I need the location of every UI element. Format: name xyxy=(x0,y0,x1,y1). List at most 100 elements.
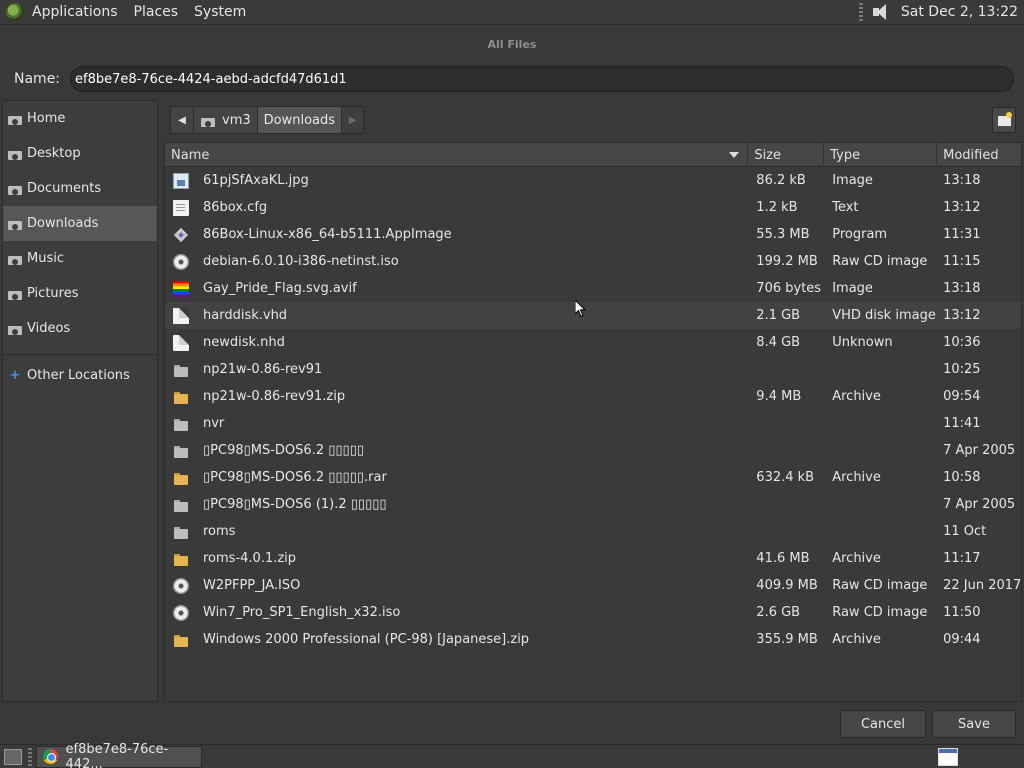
sidebar-item-desktop[interactable]: Desktop xyxy=(3,136,157,171)
bottom-panel: ef8be7e8-76ce-442... xyxy=(0,742,1024,768)
file-row[interactable]: roms-4.0.1.zip 41.6 MB Archive 11:17 xyxy=(165,545,1021,572)
sidebar-item-label: Desktop xyxy=(27,146,81,161)
filename-row: Name: xyxy=(0,66,1024,92)
archive-icon xyxy=(173,470,189,486)
file-name-cell: 86box.cfg xyxy=(165,194,748,221)
file-chooser-dialog: All Files Name: Home Desktop Documents D… xyxy=(0,26,1024,742)
file-size: 706 bytes xyxy=(756,281,822,296)
file-row[interactable]: nvr 11:41 xyxy=(165,410,1021,437)
file-type xyxy=(824,410,937,437)
column-header-type[interactable]: Type xyxy=(824,143,938,167)
taskbar-window-button[interactable]: ef8be7e8-76ce-442... xyxy=(36,742,202,768)
file-row[interactable]: roms 11 Oct xyxy=(165,518,1021,545)
file-row[interactable]: Win7_Pro_SP1_English_x32.iso 2.6 GB Raw CD… xyxy=(165,599,1021,626)
sidebar-item-label: Downloads xyxy=(27,216,99,231)
filename-input[interactable] xyxy=(70,66,1014,92)
archive-icon xyxy=(173,632,189,648)
file-name: Gay_Pride_Flag.svg.avif xyxy=(203,281,357,296)
system-menu[interactable]: System xyxy=(194,4,246,20)
file-size xyxy=(748,491,824,518)
sidebar-item-music[interactable]: Music xyxy=(3,241,157,276)
file-name: 61pjSfAxaKL.jpg xyxy=(203,173,309,188)
path-forward-button[interactable]: ▶ xyxy=(342,106,365,134)
file-name-cell: np21w-0.86-rev91.zip xyxy=(165,383,748,410)
file-size: 8.4 GB xyxy=(756,335,801,350)
sidebar-item-downloads[interactable]: Downloads xyxy=(3,206,157,241)
sidebar-item-pictures[interactable]: Pictures xyxy=(3,276,157,311)
sidebar-item-documents[interactable]: Documents xyxy=(3,171,157,206)
path-back-button[interactable]: ◀ xyxy=(170,106,194,134)
column-header-name[interactable]: Name xyxy=(165,143,749,167)
clock[interactable]: Sat Dec 2, 13:22 xyxy=(901,4,1018,20)
name-label: Name: xyxy=(14,71,61,87)
file-size: 86.2 kB xyxy=(756,173,806,188)
workspace-switcher-icon[interactable] xyxy=(938,747,958,766)
file-type xyxy=(824,437,937,464)
downloads-folder-icon xyxy=(7,217,23,230)
file-modified: 10:58 xyxy=(943,470,981,485)
column-header-modified[interactable]: Modified xyxy=(937,143,1021,167)
file-size xyxy=(748,356,824,383)
file-row[interactable]: Gay_Pride_Flag.svg.avif 706 bytes Image 13:… xyxy=(165,275,1021,302)
file-row[interactable]: newdisk.nhd 8.4 GB Unknown 10:36 xyxy=(165,329,1021,356)
file-row[interactable]: 86Box-Linux-x86_64-b5111.AppImage 55.3 MB… xyxy=(165,221,1021,248)
file-type xyxy=(824,491,937,518)
file-row[interactable]: debian-6.0.10-i386-netinst.iso 199.2 MB Ra… xyxy=(165,248,1021,275)
file-row[interactable]: ▯PC98▯MS-DOS6.2 ▯▯▯▯▯.rar 632.4 kB Archive… xyxy=(165,464,1021,491)
cancel-button[interactable]: Cancel xyxy=(840,710,926,738)
sidebar-item-videos[interactable]: Videos xyxy=(3,311,157,346)
file-name: ▯PC98▯MS-DOS6.2 ▯▯▯▯▯.rar xyxy=(203,470,387,485)
file-row[interactable]: 86box.cfg 1.2 kB Text 13:12 xyxy=(165,194,1021,221)
file-modified: 13:18 xyxy=(943,281,981,296)
file-row[interactable]: np21w-0.86-rev91.zip 9.4 MB Archive 09:54 xyxy=(165,383,1021,410)
file-modified: 11:17 xyxy=(943,551,981,566)
file-name: harddisk.vhd xyxy=(203,308,288,323)
file-name-cell: ▯PC98▯MS-DOS6.2 ▯▯▯▯▯ xyxy=(165,437,748,464)
file-size: 1.2 kB xyxy=(756,200,798,215)
file-type: VHD disk image xyxy=(832,308,936,323)
sidebar-item-home[interactable]: Home xyxy=(3,101,157,136)
applications-menu[interactable]: Applications xyxy=(32,4,118,20)
path-segment-label: Downloads xyxy=(263,112,336,128)
file-row[interactable]: harddisk.vhd 2.1 GB VHD disk image 13:12 xyxy=(165,302,1021,329)
disc-icon xyxy=(173,253,189,270)
file-list-header: Name Size Type Modified xyxy=(165,143,1021,167)
file-name: roms-4.0.1.zip xyxy=(203,551,297,566)
file-modified: 7 Apr 2005 xyxy=(943,497,1016,512)
sidebar-item-label: Home xyxy=(27,111,66,126)
places-menu[interactable]: Places xyxy=(134,4,179,20)
create-folder-icon[interactable] xyxy=(992,107,1016,133)
file-row[interactable]: ▯PC98▯MS-DOS6.2 ▯▯▯▯▯ 7 Apr 2005 xyxy=(165,437,1021,464)
sidebar-item-other-locations[interactable]: + Other Locations xyxy=(3,361,157,389)
file-row[interactable]: Windows 2000 Professional (PC-98) [Japan… xyxy=(165,626,1021,653)
column-header-label: Modified xyxy=(943,147,999,163)
folder-icon xyxy=(173,443,189,459)
column-header-size[interactable]: Size xyxy=(748,143,825,167)
file-name-cell: ▯PC98▯MS-DOS6 (1).2 ▯▯▯▯▯ xyxy=(165,491,748,518)
text-file-icon xyxy=(173,199,189,216)
file-row[interactable]: np21w-0.86-rev91 10:25 xyxy=(165,356,1021,383)
folder-icon xyxy=(173,362,189,378)
path-segment-vm3[interactable]: vm3 xyxy=(194,106,258,134)
file-size: 632.4 kB xyxy=(756,470,815,485)
file-row[interactable]: ▯PC98▯MS-DOS6 (1).2 ▯▯▯▯▯ 7 Apr 2005 xyxy=(165,491,1021,518)
dialog-titlebar: All Files xyxy=(0,26,1024,62)
volume-icon[interactable] xyxy=(871,2,891,22)
file-name-cell: np21w-0.86-rev91 xyxy=(165,356,748,383)
flag-image-icon xyxy=(173,280,189,297)
show-desktop-icon[interactable] xyxy=(4,748,22,765)
sidebar-item-label: Pictures xyxy=(27,286,79,301)
save-button[interactable]: Save xyxy=(932,710,1016,738)
file-row[interactable]: 61pjSfAxaKL.jpg 86.2 kB Image 13:18 xyxy=(165,167,1021,194)
music-folder-icon xyxy=(7,252,23,265)
file-name: ▯PC98▯MS-DOS6.2 ▯▯▯▯▯ xyxy=(203,443,364,458)
file-name-cell: newdisk.nhd xyxy=(165,329,748,356)
mate-logo-icon[interactable] xyxy=(6,3,24,21)
program-icon xyxy=(173,227,189,243)
file-modified: 11:50 xyxy=(943,605,981,620)
top-panel: Applications Places System Sat Dec 2, 13… xyxy=(0,0,1024,25)
file-row[interactable]: W2PFPP_JA.ISO 409.9 MB Raw CD image 22 Jun … xyxy=(165,572,1021,599)
videos-folder-icon xyxy=(7,322,23,335)
file-name: W2PFPP_JA.ISO xyxy=(203,578,301,593)
path-segment-downloads[interactable]: Downloads xyxy=(257,106,343,134)
